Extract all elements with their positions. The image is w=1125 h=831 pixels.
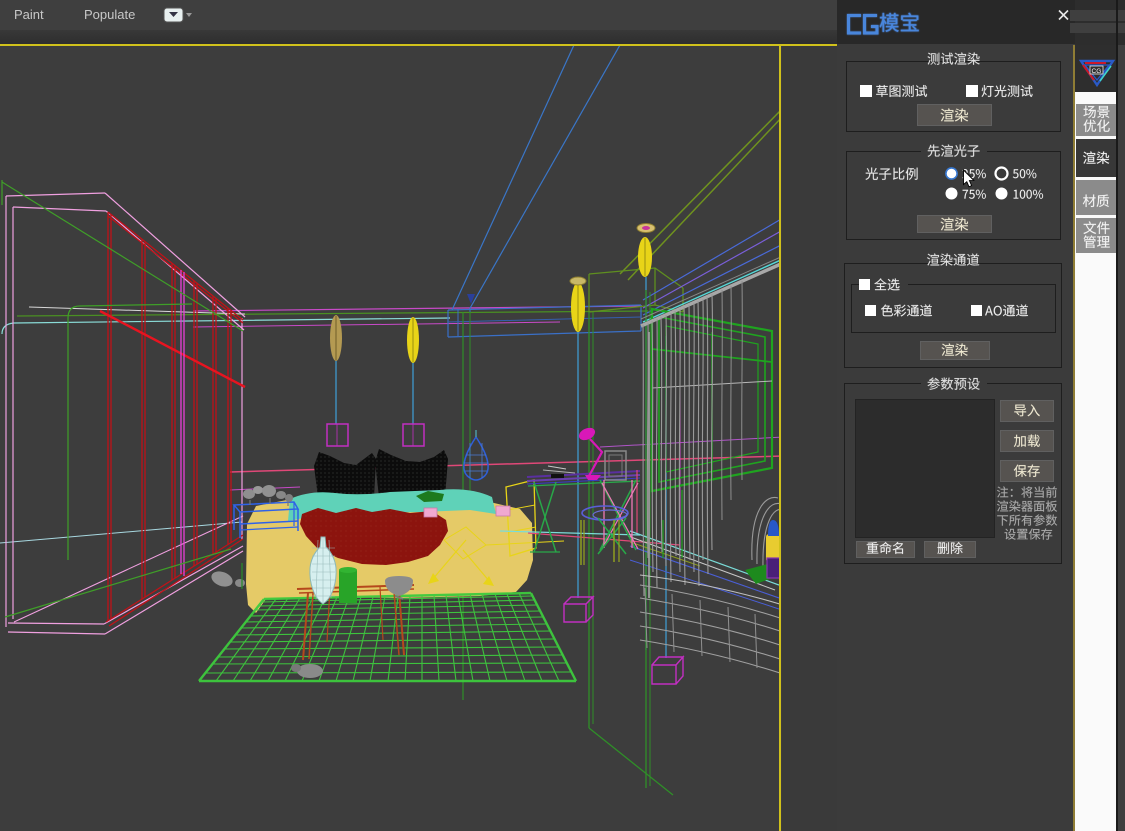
svg-text:CG: CG	[1092, 68, 1102, 75]
